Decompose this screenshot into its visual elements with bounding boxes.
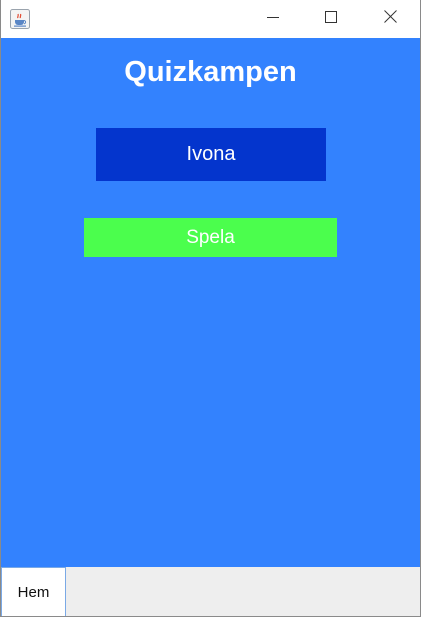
main-panel: Quizkampen Ivona Spela — [1, 38, 420, 567]
title-bar[interactable] — [1, 0, 420, 38]
maximize-icon — [325, 10, 337, 28]
close-button[interactable] — [360, 0, 420, 38]
player-name-label: Ivona — [96, 128, 326, 181]
play-button[interactable]: Spela — [84, 218, 337, 257]
app-window: Quizkampen Ivona Spela Hem — [0, 0, 421, 617]
minimize-button[interactable] — [244, 0, 302, 38]
minimize-icon — [267, 10, 279, 28]
java-app-icon — [10, 9, 30, 29]
home-tab[interactable]: Hem — [1, 567, 66, 616]
close-icon — [383, 10, 397, 28]
bottom-nav: Hem — [1, 567, 420, 616]
maximize-button[interactable] — [302, 0, 360, 38]
page-title: Quizkampen — [124, 56, 297, 88]
